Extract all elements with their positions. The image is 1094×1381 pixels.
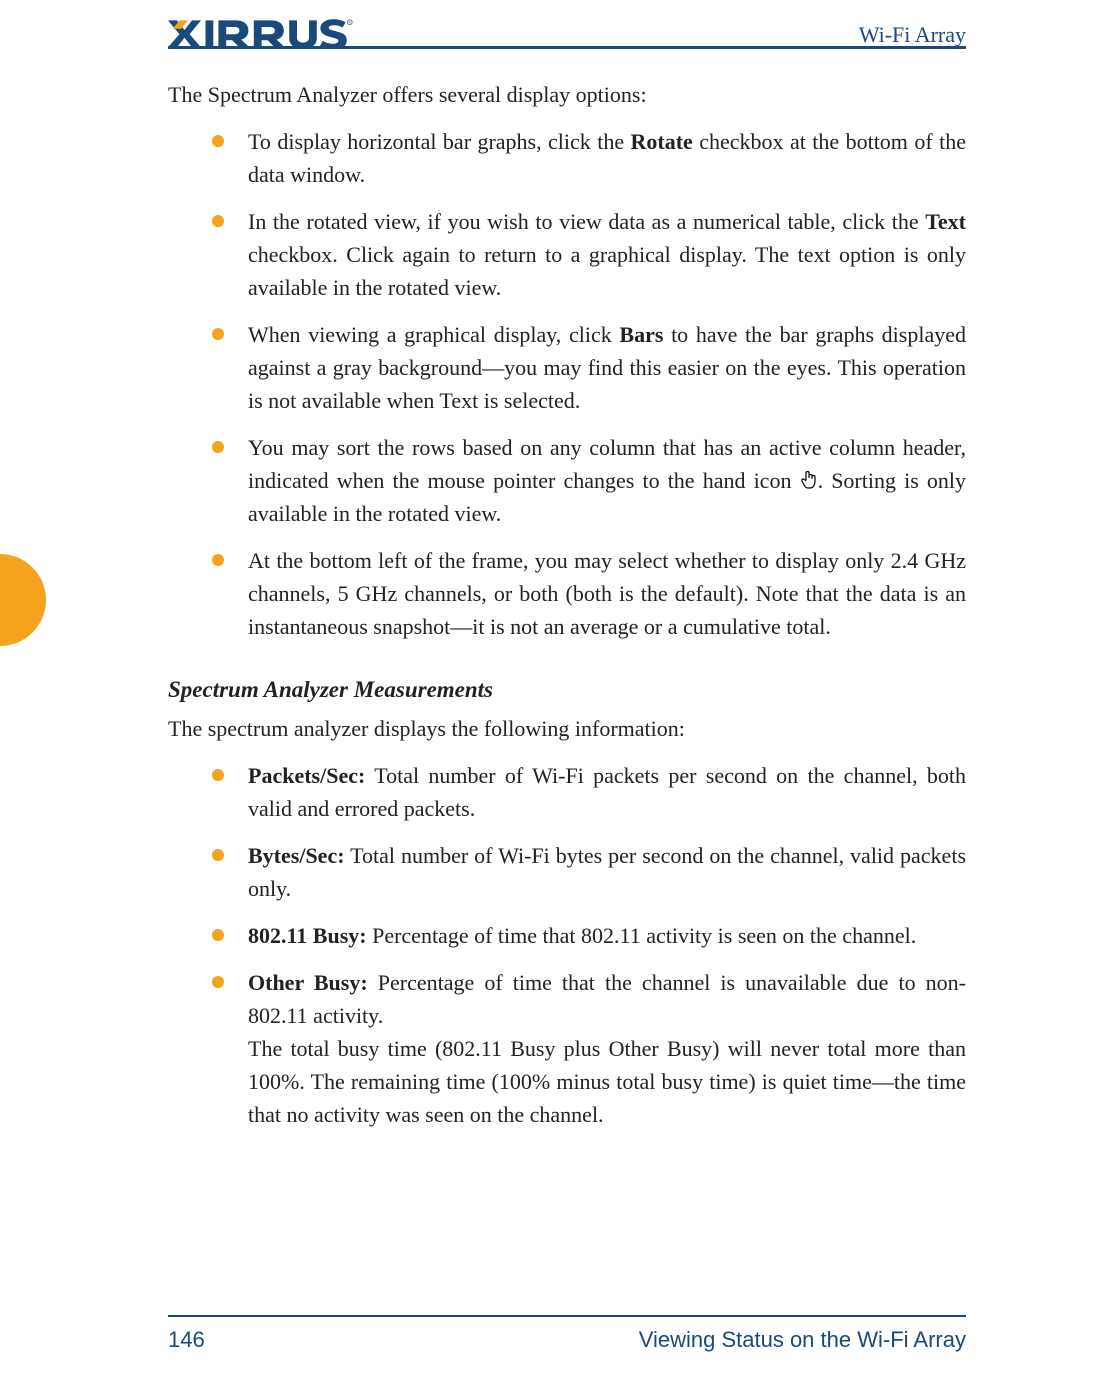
li-bold: Other Busy:	[248, 970, 368, 995]
page-content: The Spectrum Analyzer offers several dis…	[168, 78, 966, 1157]
li-bold: Rotate	[631, 129, 693, 154]
list-item: You may sort the rows based on any colum…	[212, 431, 966, 530]
page-footer: 146 Viewing Status on the Wi-Fi Array	[168, 1323, 966, 1353]
list-item: To display horizontal bar graphs, click …	[212, 125, 966, 191]
li-bold: Text	[925, 209, 966, 234]
li-text-plain: At the bottom left of the frame, you may…	[248, 548, 966, 639]
li-text-prefix: When viewing a graphical display, click	[248, 322, 619, 347]
li-bold: Packets/Sec:	[248, 763, 365, 788]
measurements-list: Packets/Sec: Total number of Wi-Fi packe…	[168, 759, 966, 1131]
li-rest: Percentage of time that 802.11 activity …	[367, 923, 917, 948]
li-text-prefix: To display horizontal bar graphs, click …	[248, 129, 631, 154]
list-item: 802.11 Busy: Percentage of time that 802…	[212, 919, 966, 952]
svg-text:R: R	[349, 20, 352, 24]
header-rule	[168, 46, 966, 49]
li-bold: 802.11 Busy:	[248, 923, 367, 948]
product-name: Wi-Fi Array	[859, 22, 966, 48]
li-bold: Bytes/Sec:	[248, 843, 345, 868]
measurements-intro: The spectrum analyzer displays the follo…	[168, 712, 966, 745]
page: R Wi-Fi Array The Spectrum Analyzer offe…	[0, 0, 1094, 1381]
measurements-heading: Spectrum Analyzer Measurements	[168, 673, 966, 708]
list-item: Other Busy: Percentage of time that the …	[212, 966, 966, 1131]
li-rest: Total number of Wi-Fi bytes per second o…	[248, 843, 966, 901]
list-item: Bytes/Sec: Total number of Wi-Fi bytes p…	[212, 839, 966, 905]
intro-text: The Spectrum Analyzer offers several dis…	[168, 78, 966, 111]
list-item: When viewing a graphical display, click …	[212, 318, 966, 417]
hand-cursor-icon	[800, 466, 818, 486]
li-text-prefix: In the rotated view, if you wish to view…	[248, 209, 925, 234]
list-item: In the rotated view, if you wish to view…	[212, 205, 966, 304]
li-bold: Bars	[619, 322, 663, 347]
list-item: Packets/Sec: Total number of Wi-Fi packe…	[212, 759, 966, 825]
page-number: 146	[168, 1327, 205, 1353]
footer-rule	[168, 1315, 966, 1317]
measurement-note: The total busy time (802.11 Busy plus Ot…	[248, 1032, 966, 1131]
display-options-list: To display horizontal bar graphs, click …	[168, 125, 966, 643]
footer-section: Viewing Status on the Wi-Fi Array	[639, 1327, 966, 1353]
li-text-suffix: checkbox. Click again to return to a gra…	[248, 242, 966, 300]
page-header: R Wi-Fi Array	[0, 18, 1094, 60]
list-item: At the bottom left of the frame, you may…	[212, 544, 966, 643]
thumb-tab	[0, 554, 46, 646]
